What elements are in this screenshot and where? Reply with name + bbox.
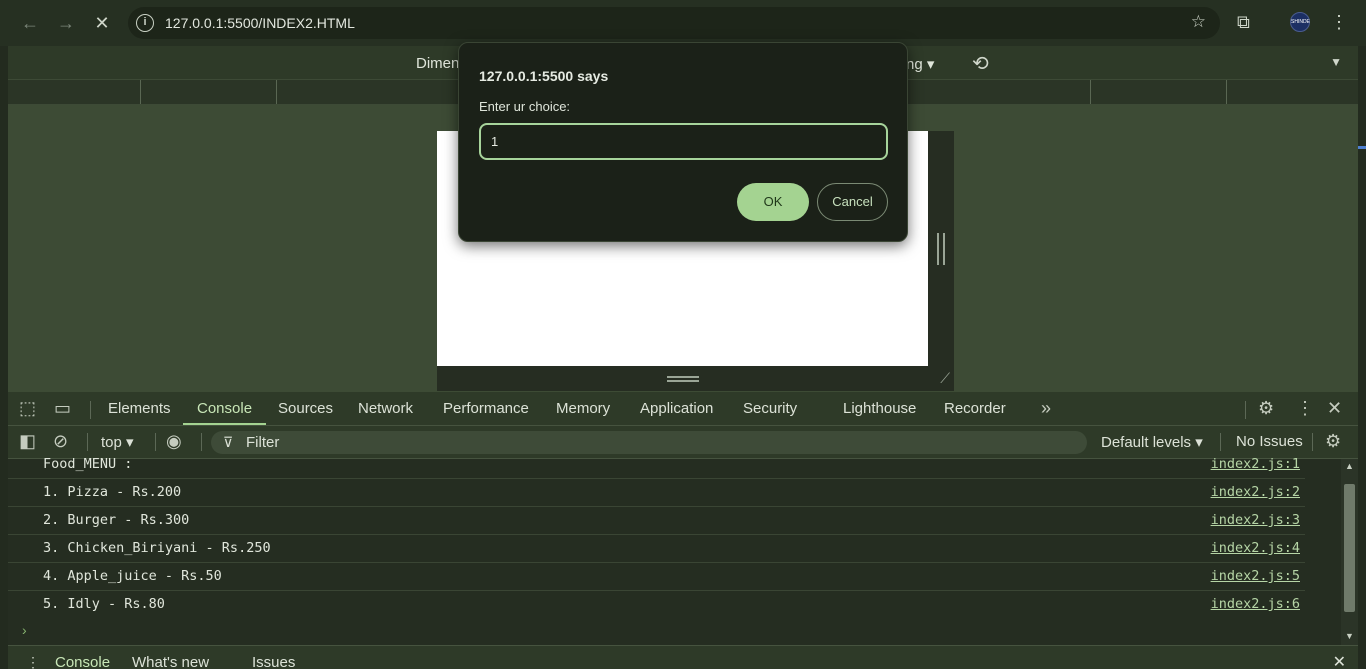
source-link[interactable]: index2.js:3 (1211, 512, 1300, 528)
viewport-resize-handle-right[interactable] (928, 131, 954, 366)
stop-loading-icon[interactable]: ✕ (90, 11, 114, 35)
tab-elements[interactable]: Elements (108, 392, 171, 425)
divider (1245, 401, 1246, 419)
drawer-menu-icon[interactable]: ⋮ (26, 654, 40, 669)
scroll-up-icon[interactable]: ▲ (1345, 461, 1354, 471)
console-message: 5. Idly - Rs.80 index2.js:6 (8, 591, 1305, 619)
source-link[interactable]: index2.js:6 (1211, 596, 1300, 612)
scrollbar-thumb[interactable] (1344, 484, 1355, 612)
window-left-edge (0, 392, 8, 669)
log-levels-dropdown[interactable]: Default levels ▾ (1101, 433, 1203, 451)
dialog-title: 127.0.0.1:5500 says (479, 68, 609, 84)
tab-performance[interactable]: Performance (443, 392, 529, 425)
ruler-tick (276, 80, 277, 104)
drawer-tab-whats-new[interactable]: What's new (132, 654, 209, 669)
prompt-dialog: 127.0.0.1:5500 says Enter ur choice: OK … (458, 42, 908, 242)
tab-sources[interactable]: Sources (278, 392, 333, 425)
ruler-tick (1226, 80, 1227, 104)
console-message-text: Food_MENU : (43, 456, 133, 472)
tab-security[interactable]: Security (743, 392, 797, 425)
forward-arrow-icon[interactable]: → (54, 11, 78, 35)
console-message-text: 5. Idly - Rs.80 (43, 596, 165, 612)
dialog-message: Enter ur choice: (479, 99, 571, 114)
filter-placeholder: Filter (246, 434, 280, 451)
source-link[interactable]: index2.js:5 (1211, 568, 1300, 584)
throttling-dropdown[interactable]: ng ▾ (906, 55, 934, 73)
resize-grip-icon (667, 376, 699, 382)
back-arrow-icon[interactable]: ← (18, 11, 42, 35)
console-message: 3. Chicken_Biriyani - Rs.250 index2.js:4 (8, 535, 1305, 563)
window-left-edge (0, 46, 8, 392)
resize-grip-icon (937, 233, 945, 265)
context-selector[interactable]: top ▾ (101, 433, 134, 451)
divider (201, 433, 202, 451)
ok-button[interactable]: OK (737, 183, 809, 221)
tab-memory[interactable]: Memory (556, 392, 610, 425)
bookmark-star-icon[interactable]: ☆ (1191, 12, 1206, 32)
console-settings-icon[interactable]: ⚙ (1325, 431, 1341, 451)
console-message-text: 3. Chicken_Biriyani - Rs.250 (43, 540, 271, 556)
console-output[interactable]: Food_MENU : index2.js:1 1. Pizza - Rs.20… (8, 456, 1358, 645)
device-more-icon[interactable]: ▼ (1330, 55, 1342, 69)
settings-gear-icon[interactable]: ⚙ (1258, 398, 1274, 418)
console-prompt-icon[interactable]: › (22, 622, 27, 638)
edge-accent (1358, 146, 1366, 149)
url-text[interactable]: 127.0.0.1:5500/INDEX2.HTML (165, 15, 355, 31)
console-message: 4. Apple_juice - Rs.50 index2.js:5 (8, 563, 1305, 591)
cancel-button[interactable]: Cancel (817, 183, 888, 221)
divider (155, 433, 156, 451)
devtools-tab-strip: ⬚ ▭ Elements Console Sources Network Per… (8, 392, 1358, 426)
console-message-text: 4. Apple_juice - Rs.50 (43, 568, 222, 584)
profile-avatar[interactable]: SHINDE (1290, 12, 1310, 32)
close-drawer-icon[interactable]: ✕ (1333, 652, 1346, 669)
site-info-icon[interactable]: i (136, 14, 154, 32)
clear-console-icon[interactable]: ⊘ (53, 431, 68, 451)
ruler-tick (140, 80, 141, 104)
device-toggle-icon[interactable]: ▭ (54, 398, 71, 418)
window-right-edge (1358, 46, 1366, 392)
resize-corner-icon[interactable]: ⟋ (940, 370, 950, 387)
tab-recorder[interactable]: Recorder (944, 392, 1006, 425)
issues-counter[interactable]: No Issues (1236, 433, 1303, 450)
console-message-text: 1. Pizza - Rs.200 (43, 484, 182, 500)
viewport-resize-handle-bottom[interactable]: ⟋ (437, 366, 954, 391)
more-tabs-icon[interactable]: » (1041, 398, 1051, 418)
drawer-tab-strip: ⋮ Console What's new Issues ✕ (8, 645, 1358, 669)
live-expression-eye-icon[interactable]: ◉ (166, 431, 182, 451)
dimensions-dropdown[interactable]: Dimen (416, 55, 459, 72)
source-link[interactable]: index2.js:2 (1211, 484, 1300, 500)
ruler-tick (1090, 80, 1091, 104)
window-right-edge (1358, 392, 1366, 669)
drawer-tab-issues[interactable]: Issues (252, 654, 295, 669)
browser-window: ← → ✕ i 127.0.0.1:5500/INDEX2.HTML ☆ ⧉ S… (0, 0, 1366, 669)
divider (87, 433, 88, 451)
console-message: Food_MENU : index2.js:1 (8, 451, 1305, 479)
console-message: 2. Burger - Rs.300 index2.js:3 (8, 507, 1305, 535)
console-message: 1. Pizza - Rs.200 index2.js:2 (8, 479, 1305, 507)
devtools-menu-icon[interactable]: ⋮ (1296, 398, 1314, 418)
divider (1220, 433, 1221, 451)
drawer-tab-console[interactable]: Console (55, 654, 110, 669)
browser-menu-icon[interactable]: ⋮ (1330, 10, 1348, 34)
extensions-icon[interactable]: ⧉ (1237, 10, 1250, 34)
divider (90, 401, 91, 419)
source-link[interactable]: index2.js:4 (1211, 540, 1300, 556)
tab-network[interactable]: Network (358, 392, 413, 425)
sidebar-toggle-icon[interactable]: ◧ (19, 431, 36, 451)
rotate-icon[interactable]: ⟲ (972, 51, 989, 76)
address-bar[interactable]: i 127.0.0.1:5500/INDEX2.HTML ☆ (128, 7, 1220, 39)
console-scrollbar[interactable]: ▲ ▼ (1341, 459, 1358, 645)
address-toolbar: ← → ✕ i 127.0.0.1:5500/INDEX2.HTML ☆ ⧉ S… (0, 0, 1366, 46)
filter-icon: ⊽ (223, 434, 234, 450)
console-message-text: 2. Burger - Rs.300 (43, 512, 190, 528)
divider (1312, 433, 1313, 451)
tab-lighthouse[interactable]: Lighthouse (843, 392, 916, 425)
tab-console[interactable]: Console (183, 392, 267, 425)
close-devtools-icon[interactable]: ✕ (1327, 398, 1342, 418)
scroll-down-icon[interactable]: ▼ (1345, 631, 1354, 641)
source-link[interactable]: index2.js:1 (1211, 456, 1300, 472)
choice-input[interactable] (479, 123, 888, 160)
inspect-element-icon[interactable]: ⬚ (19, 398, 36, 418)
tab-application[interactable]: Application (640, 392, 713, 425)
